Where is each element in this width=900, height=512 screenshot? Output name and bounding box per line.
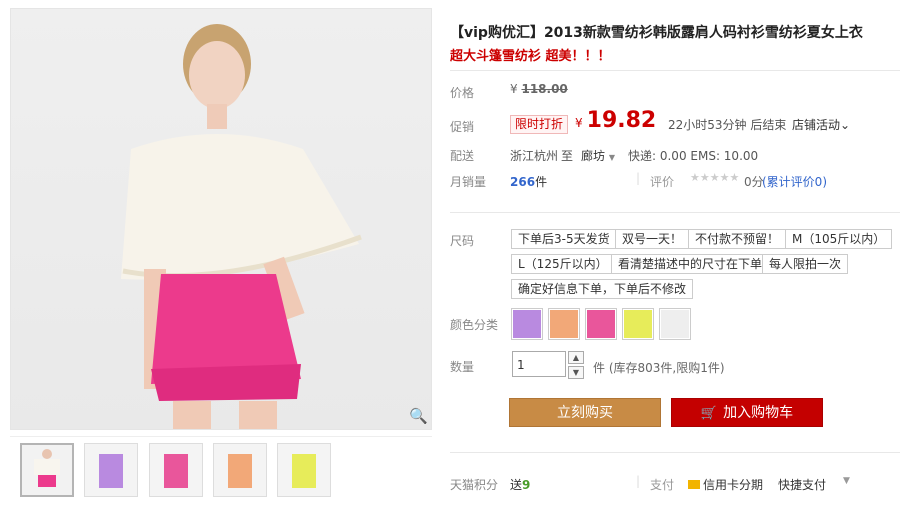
size-option[interactable]: 每人限拍一次 [762, 254, 849, 274]
quantity-increment-button[interactable]: ▲ [568, 351, 584, 364]
size-option[interactable]: 不付款不预留！ [688, 229, 787, 249]
product-info: 【vip购优汇】2013新款雪纺衫韩版露肩人码衬衫雪纺衫夏女上衣 超大斗篷雪纺衫… [450, 0, 900, 512]
buy-now-button[interactable]: 立刻购买 [509, 398, 661, 427]
size-option[interactable]: L（125斤以内） [511, 254, 615, 274]
thumbnail-yellow[interactable] [277, 443, 331, 497]
color-swatch-pink[interactable] [585, 308, 617, 340]
shipping-destination: 廊坊 [581, 149, 606, 163]
size-option[interactable]: M（105斤以内） [785, 229, 893, 249]
color-swatch-white[interactable] [659, 308, 691, 340]
review-count-link[interactable]: (累计评价0) [762, 173, 827, 190]
thumbnail-orange[interactable] [213, 443, 267, 497]
sales-unit: 件 [535, 175, 548, 189]
model-illustration [121, 24, 362, 429]
separator: | [636, 474, 641, 488]
cart-icon: 🛒 [700, 406, 718, 421]
size-option[interactable]: 下单后3-5天发货 [511, 229, 617, 249]
original-price: ¥ 118.00 [510, 82, 568, 96]
original-price-value: 118.00 [521, 82, 568, 96]
triangle-down-icon[interactable]: ▼ [843, 476, 850, 486]
size-option[interactable]: 看清楚描述中的尺寸在下单 [611, 254, 770, 274]
currency-symbol: ¥ [510, 82, 518, 96]
promo-tag: 限时打折 [510, 115, 569, 134]
chevron-down-icon: ⌄ [840, 118, 851, 132]
price-label: 价格 [450, 86, 475, 100]
quantity-label: 数量 [450, 360, 475, 374]
promo-label: 促销 [450, 120, 475, 134]
shipping-label: 配送 [450, 149, 475, 163]
color-swatch-yellow[interactable] [622, 308, 654, 340]
credit-card-icon [688, 480, 700, 489]
sales-number: 266 [510, 175, 536, 189]
divider [450, 212, 900, 213]
color-swatch-orange[interactable] [548, 308, 580, 340]
sales-label: 月销量 [450, 175, 487, 189]
points-prefix: 送 [510, 478, 523, 492]
size-option[interactable]: 双号一天！ [615, 229, 690, 249]
promo-currency: ¥ [575, 116, 583, 130]
shipping-to: 至 [561, 149, 574, 163]
quantity-input[interactable]: 1 [512, 351, 566, 377]
add-to-cart-button[interactable]: 🛒 加入购物车 [671, 398, 823, 427]
rating-score: 0分 [744, 175, 764, 189]
thumbnail-pink[interactable] [149, 443, 203, 497]
main-product-image[interactable]: 🔍 [10, 8, 432, 430]
sales-count: 266件 [510, 173, 547, 190]
promo-price: ¥19.82 [575, 108, 656, 133]
rating-label: 评价 [650, 175, 675, 189]
shipping-origin: 浙江杭州 [510, 149, 559, 163]
points-number: 9 [522, 478, 531, 492]
stock-info: 件 (库存803件,限购1件) [593, 361, 725, 375]
separator: | [636, 171, 641, 185]
points-value: 送9 [510, 476, 530, 493]
countdown: 22小时53分钟 后结束 [668, 118, 787, 132]
thumbnail-white[interactable] [20, 443, 74, 497]
triangle-down-icon: ▼ [608, 153, 615, 162]
thumbnail-strip [10, 436, 432, 512]
quick-pay[interactable]: 快捷支付 [778, 476, 826, 493]
size-option[interactable]: 确定好信息下单，下单后不修改 [511, 279, 694, 299]
pay-label: 支付 [650, 478, 675, 492]
product-subtitle: 超大斗篷雪纺衫 超美！！！ [450, 49, 611, 64]
add-to-cart-label: 加入购物车 [723, 405, 794, 421]
thumbnail-purple[interactable] [84, 443, 138, 497]
quantity-decrement-button[interactable]: ▼ [568, 366, 584, 379]
divider [450, 452, 900, 453]
shipping-fees: 快递: 0.00 EMS: 10.00 [628, 149, 759, 163]
credit-label: 信用卡分期 [703, 478, 764, 492]
divider [450, 70, 900, 71]
shop-promo-label: 店铺活动 [792, 118, 841, 132]
rating-stars-icon: ★★★★★ [690, 171, 740, 184]
shipping-destination-dropdown[interactable]: 廊坊 ▼ [581, 147, 615, 164]
color-label: 颜色分类 [450, 318, 499, 332]
points-label: 天猫积分 [450, 478, 499, 492]
promo-price-value: 19.82 [586, 108, 657, 133]
zoom-icon[interactable]: 🔍 [409, 407, 428, 425]
shop-promo-dropdown[interactable]: 店铺活动⌄ [792, 116, 850, 133]
product-title: 【vip购优汇】2013新款雪纺衫韩版露肩人码衬衫雪纺衫夏女上衣 [450, 25, 863, 41]
credit-installment[interactable]: 信用卡分期 [688, 476, 763, 493]
color-swatch-purple[interactable] [511, 308, 543, 340]
product-gallery: 🔍 [10, 8, 432, 512]
size-label: 尺码 [450, 234, 475, 248]
